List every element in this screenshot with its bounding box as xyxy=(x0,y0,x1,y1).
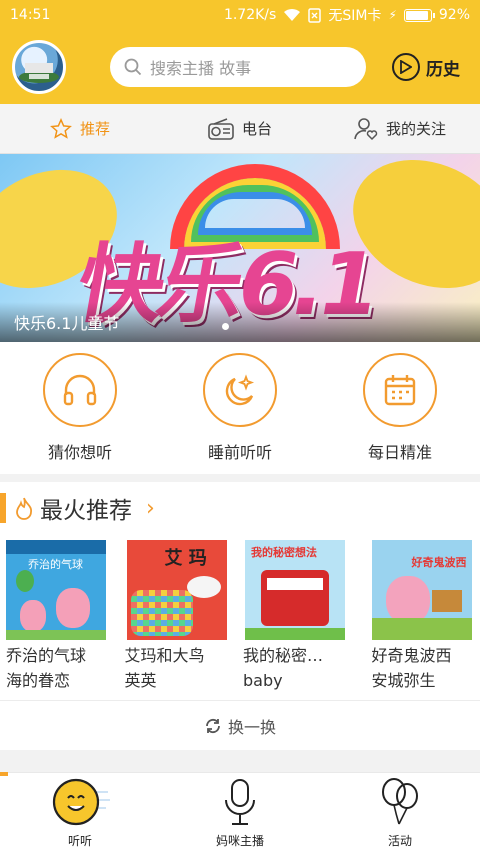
entry-label: 睡前听听 xyxy=(207,443,272,462)
charging-icon: ⚡ xyxy=(388,8,397,22)
history-label: 历史 xyxy=(426,59,460,80)
cover-pig xyxy=(20,600,46,632)
refresh-icon xyxy=(206,718,220,733)
app-screen: 14:51 1.72K/s 无SIM卡 ⚡ 92% 搜索主播 故事 历史 推荐 … xyxy=(0,0,480,855)
book-cover: 我的秘密想法 xyxy=(245,540,345,640)
cover-pig xyxy=(385,576,430,624)
book-subtitle: 海的眷恋 xyxy=(6,671,71,690)
avatar-image xyxy=(19,63,59,83)
balloon-icon xyxy=(382,778,418,825)
nav-listen[interactable]: 听听 xyxy=(0,773,160,855)
chevron-right-icon[interactable]: › xyxy=(146,496,155,521)
entry-daily[interactable]: 每日精准 xyxy=(320,342,480,474)
section-accent-bar xyxy=(0,493,6,523)
book-title: 乔治的气球 xyxy=(6,646,87,665)
tab-following[interactable]: 我的关注 xyxy=(320,104,480,153)
book-subtitle: 英英 xyxy=(124,671,157,690)
book-item[interactable]: 艾 玛 艾玛和大鸟 英英 xyxy=(125,540,244,693)
book-item[interactable]: 好奇鬼波西 好奇鬼波西 安城弥生 xyxy=(362,540,480,693)
quick-entries: 猜你想听 睡前听听 每日精准 xyxy=(0,342,480,474)
top-tabs: 推荐 电台 我的关注 xyxy=(0,104,480,154)
cover-sign xyxy=(431,590,462,612)
moon-star-icon xyxy=(225,374,255,406)
cover-balloon xyxy=(16,570,34,592)
cover-pig xyxy=(56,588,90,628)
book-title: 艾玛和大鸟 xyxy=(124,646,205,665)
tab-label: 推荐 xyxy=(79,120,110,138)
user-heart-icon xyxy=(354,117,378,140)
carrier-text: 无SIM卡 xyxy=(328,8,382,24)
section-header[interactable]: 最火推荐 › xyxy=(0,482,480,534)
book-item[interactable]: 我的秘密想法 我的秘密… baby xyxy=(243,540,362,693)
promo-banner[interactable]: 快乐6.1 快乐6.1儿童节 xyxy=(0,154,480,342)
smile-face-icon xyxy=(52,778,110,826)
bottom-nav: 听听 妈咪主播 活动 xyxy=(0,772,480,855)
cover-title: 乔治的气球 xyxy=(28,558,83,571)
nav-mommy-host[interactable]: 妈咪主播 xyxy=(160,773,320,855)
divider xyxy=(0,474,480,482)
book-cover: 乔治的气球 xyxy=(6,540,106,640)
refresh-button[interactable]: 换一换 xyxy=(0,700,480,750)
entry-label: 每日精准 xyxy=(367,443,432,462)
entry-bedtime[interactable]: 睡前听听 xyxy=(160,342,320,474)
headphones-icon xyxy=(63,374,97,406)
book-subtitle: 安城弥生 xyxy=(371,671,436,690)
tab-label: 电台 xyxy=(241,120,272,138)
book-list: 乔治的气球 乔治的气球 海的眷恋 艾 玛 艾玛和大鸟 英英 我的秘密想法 我的秘… xyxy=(6,540,480,693)
nav-activities[interactable]: 活动 xyxy=(320,773,480,855)
search-placeholder: 搜索主播 故事 xyxy=(150,59,252,78)
battery-icon xyxy=(403,8,435,22)
search-icon xyxy=(124,58,142,76)
star-icon xyxy=(50,117,72,139)
cover-elephant xyxy=(130,590,193,636)
nav-label: 听听 xyxy=(67,834,92,848)
cover-title: 我的秘密想法 xyxy=(251,546,317,559)
refresh-label: 换一换 xyxy=(227,717,276,737)
history-button[interactable]: 历史 xyxy=(392,53,460,81)
tab-label: 我的关注 xyxy=(385,120,446,138)
cover-title: 艾 玛 xyxy=(164,548,207,569)
banner-page-indicator xyxy=(222,323,229,330)
search-input[interactable]: 搜索主播 故事 xyxy=(110,47,366,87)
network-speed: 1.72K/s xyxy=(223,7,277,23)
flame-icon xyxy=(16,497,32,520)
banner-caption: 快乐6.1儿童节 xyxy=(14,314,120,333)
tab-recommend[interactable]: 推荐 xyxy=(0,104,160,153)
book-item[interactable]: 乔治的气球 乔治的气球 海的眷恋 xyxy=(6,540,125,693)
tab-radio[interactable]: 电台 xyxy=(160,104,320,153)
microphone-icon xyxy=(225,779,255,825)
play-history-icon xyxy=(392,53,420,81)
radio-icon xyxy=(208,117,234,140)
book-subtitle: baby xyxy=(243,671,283,690)
calendar-icon xyxy=(384,375,416,406)
entry-label: 猜你想听 xyxy=(47,443,112,462)
book-cover: 艾 玛 xyxy=(126,540,227,640)
nav-label: 妈咪主播 xyxy=(215,834,264,848)
sim-icon xyxy=(308,7,322,23)
nav-label: 活动 xyxy=(387,834,412,848)
avatar[interactable] xyxy=(12,40,66,94)
wifi-icon xyxy=(284,8,301,21)
entry-guess-you-like[interactable]: 猜你想听 xyxy=(0,342,160,474)
section-title: 最火推荐 xyxy=(40,498,132,524)
battery-percent: 92% xyxy=(438,7,470,23)
divider xyxy=(0,750,480,772)
status-bar: 14:51 1.72K/s 无SIM卡 ⚡ 92% xyxy=(0,0,480,30)
cover-title: 好奇鬼波西 xyxy=(411,556,467,569)
book-title: 好奇鬼波西 xyxy=(371,646,452,665)
book-cover: 好奇鬼波西 xyxy=(371,540,472,640)
top-header: 搜索主播 故事 历史 xyxy=(0,30,480,104)
status-time: 14:51 xyxy=(10,7,51,23)
cover-bird xyxy=(186,576,221,598)
book-title: 我的秘密… xyxy=(243,646,324,665)
